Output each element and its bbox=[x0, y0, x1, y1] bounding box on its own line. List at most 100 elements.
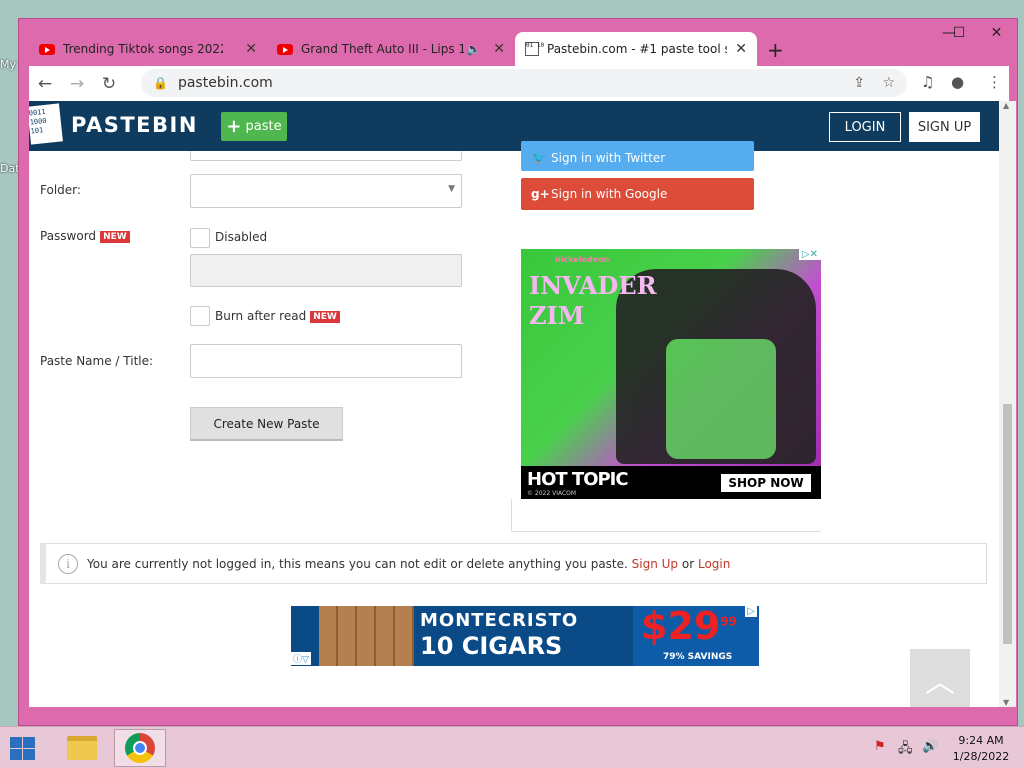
chevron-up-icon: ︿ bbox=[925, 665, 955, 700]
new-paste-button[interactable]: + paste bbox=[221, 112, 287, 141]
clock-time: 9:24 AM bbox=[958, 734, 1004, 747]
bookmark-star-icon[interactable]: ☆ bbox=[882, 75, 895, 91]
sign-in-google-button[interactable]: g+ Sign in with Google bbox=[521, 178, 754, 210]
new-badge: NEW bbox=[100, 230, 130, 243]
speaker-icon[interactable]: 🔈 bbox=[466, 42, 481, 56]
scroll-to-top-button[interactable]: ︿ bbox=[910, 649, 970, 707]
login-button[interactable]: LOGIN bbox=[829, 112, 901, 142]
burn-label: Burn after read bbox=[215, 309, 307, 323]
ad-store-name: HOT TOPIC bbox=[527, 469, 629, 490]
close-tab-icon[interactable]: ✕ bbox=[493, 41, 505, 57]
ad-headline-line1: INVADER bbox=[529, 271, 657, 300]
system-clock[interactable]: 9:24 AM 1/28/2022 bbox=[946, 733, 1016, 765]
ad-price-cents: 99 bbox=[720, 614, 738, 629]
scrollbar-thumb[interactable] bbox=[1003, 404, 1012, 644]
password-checkbox[interactable] bbox=[190, 228, 210, 248]
ad-price: $2999 bbox=[641, 606, 737, 648]
twitter-label: Sign in with Twitter bbox=[551, 151, 666, 165]
profile-avatar-icon[interactable]: ● bbox=[951, 73, 964, 91]
menu-kebab-icon[interactable]: ⋮ bbox=[987, 73, 1002, 91]
adchoices-close-icon[interactable]: ▷✕ bbox=[798, 249, 821, 260]
media-control-icon[interactable]: ♫ bbox=[921, 73, 934, 91]
tab-strip: Trending Tiktok songs 2022 ✓ Vi ✕ Grand … bbox=[29, 30, 1007, 66]
invader-zim-ad[interactable]: nickelodeon INVADER ZIM HOT TOPIC © 2022 … bbox=[521, 249, 821, 499]
burn-after-read-checkbox[interactable] bbox=[190, 306, 210, 326]
tab-title: Grand Theft Auto III - Lips 106 bbox=[301, 42, 465, 56]
address-bar[interactable]: 🔒 pastebin.com ⇪ ☆ bbox=[141, 69, 907, 97]
ad-headline: INVADER ZIM bbox=[529, 271, 657, 331]
scroll-up-arrow-icon[interactable]: ▲ bbox=[1003, 101, 1009, 110]
ad-savings: 79% SAVINGS bbox=[663, 652, 733, 662]
notice-message: You are currently not logged in, this me… bbox=[87, 556, 628, 571]
chrome-taskbar-button[interactable] bbox=[114, 729, 166, 767]
sign-in-twitter-button[interactable]: 🐦 Sign in with Twitter bbox=[521, 141, 754, 171]
logo-digits: 101 bbox=[30, 126, 44, 136]
notice-signup-link[interactable]: Sign Up bbox=[632, 557, 678, 571]
google-plus-icon: g+ bbox=[531, 187, 550, 201]
paste-name-input[interactable] bbox=[190, 344, 462, 378]
new-badge: NEW bbox=[310, 310, 340, 323]
action-center-flag-icon[interactable]: ⚑ bbox=[874, 739, 886, 754]
browser-toolbar: ← → ↻ 🔒 pastebin.com ⇪ ☆ ♫ ● ⋮ bbox=[29, 66, 1009, 101]
ad-nickelodeon-text: nickelodeon bbox=[555, 255, 610, 264]
category-select-partial[interactable] bbox=[190, 151, 462, 161]
new-tab-button[interactable]: + bbox=[767, 38, 784, 62]
password-label-row: Password NEW bbox=[40, 229, 130, 243]
file-explorer-taskbar-button[interactable] bbox=[56, 729, 108, 767]
tab-gta-lips[interactable]: Grand Theft Auto III - Lips 106 🔈 ✕ bbox=[267, 32, 515, 66]
youtube-icon bbox=[277, 43, 293, 55]
share-icon[interactable]: ⇪ bbox=[853, 75, 865, 91]
adchoices-icon[interactable]: ⓘ▽ bbox=[291, 652, 311, 665]
page-viewport: 0011 1000 101 PASTEBIN + paste LOGIN SIGN… bbox=[29, 101, 999, 707]
plus-icon: + bbox=[226, 116, 242, 137]
shop-now-button[interactable]: SHOP NOW bbox=[721, 474, 811, 492]
ad-line1: MONTECRISTO bbox=[420, 610, 579, 631]
signup-button[interactable]: SIGN UP bbox=[909, 112, 980, 142]
back-icon[interactable]: ← bbox=[29, 74, 61, 94]
taskbar: ⚑ 🖧 🔊 9:24 AM 1/28/2022 bbox=[0, 726, 1024, 768]
paste-label: paste bbox=[245, 119, 282, 134]
page-scrollbar[interactable]: ▲ ▼ bbox=[999, 101, 1016, 707]
cigars-graphic bbox=[319, 606, 414, 666]
forward-icon[interactable]: → bbox=[61, 74, 93, 94]
browser-window: — ☐ ✕ Trending Tiktok songs 2022 ✓ Vi ✕ … bbox=[18, 18, 1018, 726]
notice-login-link[interactable]: Login bbox=[698, 557, 730, 571]
ad-price-dollars: $29 bbox=[641, 606, 721, 648]
ad-copyright: © 2022 VIACOM bbox=[527, 490, 577, 497]
chevron-down-icon: ▼ bbox=[448, 184, 455, 194]
twitter-icon: 🐦 bbox=[531, 151, 546, 165]
brand-name[interactable]: PASTEBIN bbox=[71, 113, 198, 137]
network-icon[interactable]: 🖧 bbox=[898, 739, 913, 761]
google-label: Sign in with Google bbox=[551, 187, 668, 201]
password-input[interactable] bbox=[190, 254, 462, 287]
create-new-paste-button[interactable]: Create New Paste bbox=[190, 407, 343, 441]
folder-select[interactable]: ▼ bbox=[190, 174, 462, 208]
info-icon: i bbox=[58, 553, 78, 574]
tab-pastebin[interactable]: 01 10 Pastebin.com - #1 paste tool sinc … bbox=[515, 32, 757, 66]
tab-title: Pastebin.com - #1 paste tool sinc bbox=[547, 42, 727, 56]
not-logged-in-notice: i You are currently not logged in, this … bbox=[40, 543, 987, 584]
pastebin-icon: 01 10 bbox=[525, 42, 544, 56]
adchoices-arrow-icon[interactable]: ▷ bbox=[745, 606, 757, 617]
lock-icon[interactable]: 🔒 bbox=[153, 76, 168, 90]
sidebar-divider-bottom bbox=[511, 531, 821, 532]
volume-icon[interactable]: 🔊 bbox=[922, 739, 938, 754]
tab-title: Trending Tiktok songs 2022 ✓ Vi bbox=[63, 42, 223, 56]
montecristo-ad[interactable]: MONTECRISTO 10 CIGARS $2999 79% SAVINGS … bbox=[291, 606, 759, 666]
ad-line2: 10 CIGARS bbox=[420, 632, 563, 660]
youtube-icon bbox=[39, 43, 55, 55]
reload-icon[interactable]: ↻ bbox=[93, 74, 125, 94]
chrome-icon bbox=[125, 733, 155, 763]
paste-name-label: Paste Name / Title: bbox=[40, 354, 154, 368]
close-tab-icon[interactable]: ✕ bbox=[735, 41, 747, 57]
pastebin-logo[interactable]: 0011 1000 101 bbox=[29, 103, 63, 145]
burn-label-row: Burn after read NEW bbox=[215, 309, 340, 323]
ad-headline-line2: ZIM bbox=[529, 301, 585, 330]
notice-text: You are currently not logged in, this me… bbox=[87, 557, 730, 571]
scroll-down-arrow-icon[interactable]: ▼ bbox=[1003, 698, 1009, 707]
tab-tiktok-songs[interactable]: Trending Tiktok songs 2022 ✓ Vi ✕ bbox=[29, 32, 267, 66]
windows-start-button[interactable] bbox=[8, 735, 36, 761]
password-label: Password bbox=[40, 229, 97, 243]
folder-icon bbox=[67, 736, 97, 760]
close-tab-icon[interactable]: ✕ bbox=[245, 41, 257, 57]
